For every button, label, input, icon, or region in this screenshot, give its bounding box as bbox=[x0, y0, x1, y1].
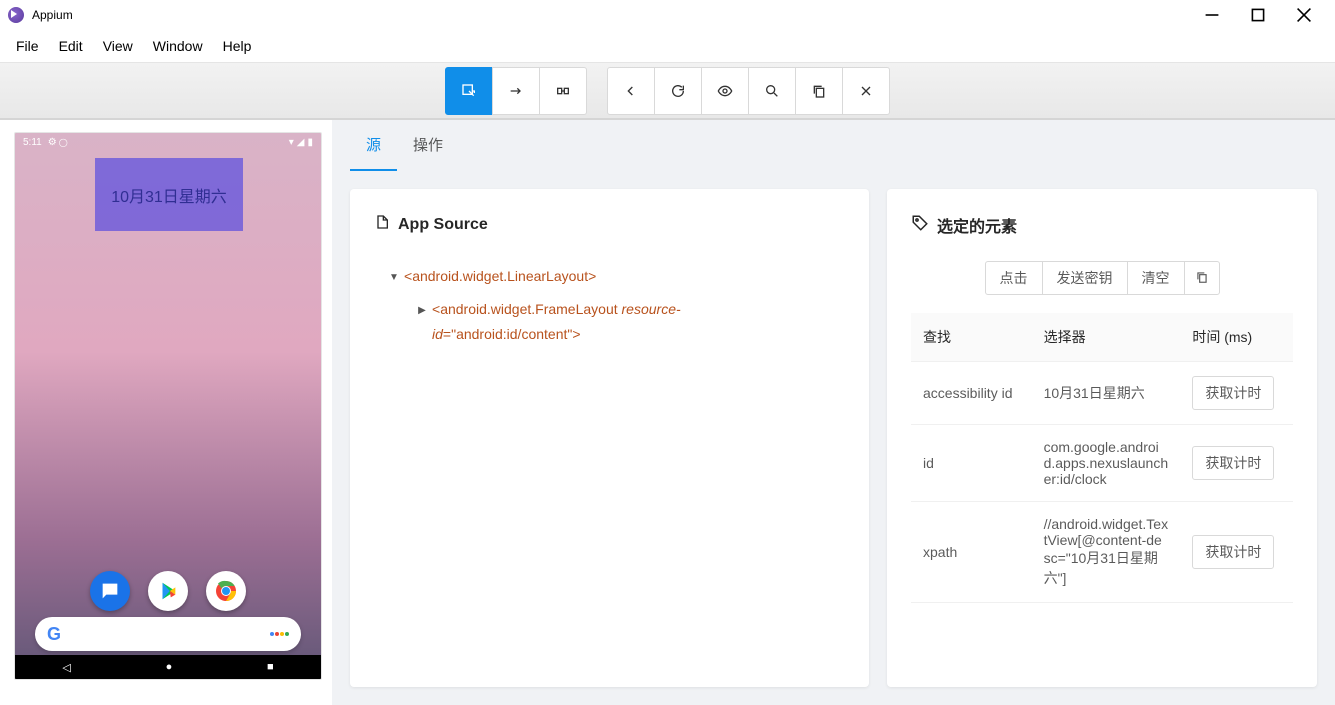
locator-table: 查找 选择器 时间 (ms) accessibility id 10月31日星期… bbox=[911, 313, 1293, 603]
menubar: File Edit View Window Help bbox=[0, 30, 1335, 62]
device-time: 5:11 bbox=[23, 137, 42, 148]
tree-root-tag: android.widget.LinearLayout bbox=[412, 268, 588, 284]
assistant-icon bbox=[270, 632, 289, 636]
header-find: 查找 bbox=[911, 313, 1032, 362]
nav-home-icon: ● bbox=[166, 661, 173, 673]
get-timing-button[interactable]: 获取计时 bbox=[1192, 446, 1274, 480]
battery-icon: ▮ bbox=[307, 137, 313, 148]
table-header-row: 查找 选择器 时间 (ms) bbox=[911, 313, 1293, 362]
cell-find: id bbox=[911, 425, 1032, 502]
menu-edit[interactable]: Edit bbox=[49, 32, 93, 60]
refresh-button[interactable] bbox=[654, 67, 702, 115]
element-actions: 点击 发送密钥 清空 bbox=[911, 261, 1293, 295]
app-source-title: App Source bbox=[374, 213, 845, 236]
search-button[interactable] bbox=[748, 67, 796, 115]
select-element-button[interactable] bbox=[445, 67, 493, 115]
selected-element-title-text: 选定的元素 bbox=[937, 213, 1017, 237]
tab-actions[interactable]: 操作 bbox=[397, 120, 459, 171]
cell-selector: //android.widget.TextView[@content-desc=… bbox=[1032, 502, 1181, 603]
device-dock bbox=[15, 571, 321, 611]
tree-child-tag: android.widget.FrameLayout bbox=[440, 301, 617, 317]
cell-selector: com.google.android.apps.nexuslauncher:id… bbox=[1032, 425, 1181, 502]
device-status-bar: 5:11 ⚙ ◯ ▾ ◢ ▮ bbox=[15, 133, 321, 151]
clock-widget-text: 10月31日星期六 bbox=[111, 183, 227, 207]
minimize-button[interactable] bbox=[1189, 0, 1235, 30]
selected-element-title: 选定的元素 bbox=[911, 213, 1293, 237]
recording-button[interactable] bbox=[701, 67, 749, 115]
copy-action-button[interactable] bbox=[1184, 261, 1220, 295]
chrome-icon bbox=[206, 571, 246, 611]
cell-selector: 10月31日星期六 bbox=[1032, 362, 1181, 425]
signal-icon: ◢ bbox=[297, 137, 305, 148]
content: 5:11 ⚙ ◯ ▾ ◢ ▮ 10月31日星期六 G bbox=[0, 119, 1335, 705]
tree-node-child[interactable]: ▶ <android.widget.FrameLayout resource-i… bbox=[412, 293, 845, 351]
device-pane: 5:11 ⚙ ◯ ▾ ◢ ▮ 10月31日星期六 G bbox=[0, 120, 332, 705]
copy-button[interactable] bbox=[795, 67, 843, 115]
app-title: Appium bbox=[32, 8, 73, 22]
header-time: 时间 (ms) bbox=[1180, 313, 1293, 362]
app-source-title-text: App Source bbox=[398, 216, 488, 234]
nav-recents-icon: ■ bbox=[267, 661, 274, 673]
tree-child-attr-value: "android:id/content" bbox=[451, 326, 572, 342]
table-row: accessibility id 10月31日星期六 获取计时 bbox=[911, 362, 1293, 425]
clear-action-button[interactable]: 清空 bbox=[1127, 261, 1185, 295]
clock-widget-highlight[interactable]: 10月31日星期六 bbox=[95, 158, 243, 231]
cell-find: xpath bbox=[911, 502, 1032, 603]
table-row: id com.google.android.apps.nexuslauncher… bbox=[911, 425, 1293, 502]
menu-window[interactable]: Window bbox=[143, 32, 213, 60]
nav-back-icon: ◁ bbox=[62, 661, 70, 674]
tree-node-root[interactable]: ▼ <android.widget.LinearLayout> bbox=[384, 260, 845, 293]
toolbar bbox=[0, 62, 1335, 119]
tap-coordinates-button[interactable] bbox=[539, 67, 587, 115]
get-timing-button[interactable]: 获取计时 bbox=[1192, 376, 1274, 410]
send-keys-action-button[interactable]: 发送密钥 bbox=[1042, 261, 1128, 295]
play-store-icon bbox=[148, 571, 188, 611]
table-row: xpath //android.widget.TextView[@content… bbox=[911, 502, 1293, 603]
panels: App Source ▼ <android.widget.LinearLayou… bbox=[332, 171, 1335, 705]
header-selector: 选择器 bbox=[1032, 313, 1181, 362]
menu-file[interactable]: File bbox=[6, 32, 49, 60]
selection-mode-group bbox=[445, 67, 587, 115]
get-timing-button[interactable]: 获取计时 bbox=[1192, 535, 1274, 569]
device-screenshot[interactable]: 5:11 ⚙ ◯ ▾ ◢ ▮ 10月31日星期六 G bbox=[14, 132, 322, 680]
wifi-icon: ▾ bbox=[289, 137, 294, 148]
tap-action-button[interactable]: 点击 bbox=[985, 261, 1043, 295]
file-icon bbox=[374, 213, 390, 236]
window-controls bbox=[1189, 0, 1327, 30]
google-logo-icon: G bbox=[47, 624, 61, 645]
gear-icon: ⚙ bbox=[48, 137, 57, 148]
tab-source[interactable]: 源 bbox=[350, 120, 397, 171]
close-session-button[interactable] bbox=[842, 67, 890, 115]
tabs: 源 操作 bbox=[332, 120, 1335, 171]
app-source-panel: App Source ▼ <android.widget.LinearLayou… bbox=[350, 189, 869, 687]
swipe-button[interactable] bbox=[492, 67, 540, 115]
device-nav-bar: ◁ ● ■ bbox=[15, 655, 321, 679]
cell-find: accessibility id bbox=[911, 362, 1032, 425]
messages-app-icon bbox=[90, 571, 130, 611]
menu-view[interactable]: View bbox=[93, 32, 143, 60]
collapse-caret-icon[interactable]: ▶ bbox=[412, 302, 432, 320]
expand-caret-icon[interactable]: ▼ bbox=[384, 269, 404, 287]
main-area: 源 操作 App Source ▼ <android.widget.Linear… bbox=[332, 120, 1335, 705]
titlebar: Appium bbox=[0, 0, 1335, 30]
maximize-button[interactable] bbox=[1235, 0, 1281, 30]
menu-help[interactable]: Help bbox=[213, 32, 262, 60]
selected-element-panel: 选定的元素 点击 发送密钥 清空 查找 选择器 时间 (ms) bbox=[887, 189, 1317, 687]
back-button[interactable] bbox=[607, 67, 655, 115]
tag-icon bbox=[911, 214, 929, 237]
source-tree: ▼ <android.widget.LinearLayout> ▶ <andro… bbox=[374, 260, 845, 352]
session-group bbox=[607, 67, 890, 115]
google-search-bar: G bbox=[35, 617, 301, 651]
close-window-button[interactable] bbox=[1281, 0, 1327, 30]
app-icon bbox=[8, 7, 24, 23]
circle-icon: ◯ bbox=[59, 138, 68, 147]
